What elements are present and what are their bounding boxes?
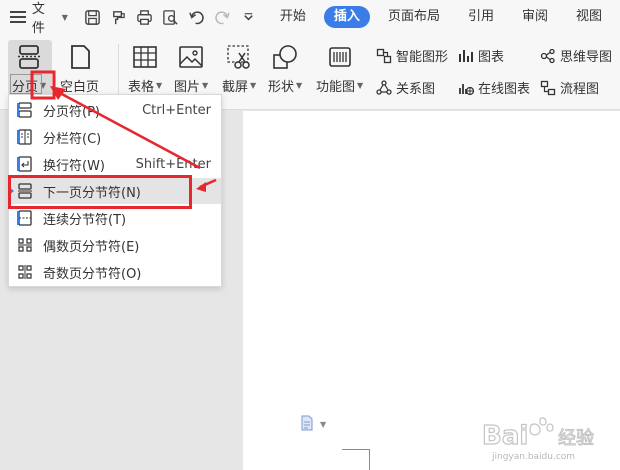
function-chart-button[interactable]: 功能图 ▼ <box>316 42 363 95</box>
chevron-down-icon[interactable]: ▼ <box>202 81 208 90</box>
flowchart-icon <box>540 80 556 95</box>
print-preview-icon[interactable] <box>162 8 180 26</box>
scissors-icon <box>224 42 254 72</box>
shape-button[interactable]: 形状 ▼ <box>268 42 302 95</box>
column-break-icon <box>17 129 32 145</box>
smart-shape-label: 智能图形 <box>396 50 449 65</box>
menu-item-label: 连续分节符(T) <box>43 212 127 228</box>
redo-icon[interactable] <box>214 8 232 26</box>
bar-chart-icon <box>459 49 473 62</box>
barcode-icon <box>325 42 355 72</box>
tab-page-layout[interactable]: 页面布局 <box>378 6 450 28</box>
menu-item-even-page-section-break[interactable]: 偶数页分节符(E) <box>9 232 221 258</box>
menu-bar: 文件 ▼ 开始 插入 页面布局 引用 审阅 视图 <box>0 0 620 36</box>
shape-label: 形状 <box>268 80 295 95</box>
screenshot-label: 截屏 <box>222 80 249 95</box>
chevron-down-icon[interactable]: ▼ <box>250 81 256 90</box>
svg-text:经验: 经验 <box>558 428 594 449</box>
chevron-down-icon[interactable]: ▼ <box>156 81 162 90</box>
menu-item-shortcut: Ctrl+Enter <box>142 102 211 118</box>
chevron-down-icon[interactable]: ▼ <box>296 81 302 90</box>
blank-page-button[interactable]: 空白页 <box>60 42 99 95</box>
svg-text:Bai: Bai <box>482 421 528 451</box>
menu-item-label: 换行符(W) <box>43 158 105 174</box>
chart-button[interactable]: 图表 <box>458 46 504 65</box>
chart-label: 图表 <box>478 50 505 65</box>
menu-item-label: 偶数页分节符(E) <box>43 239 140 255</box>
menu-item-odd-page-section-break[interactable]: 奇数页分节符(O) <box>9 259 221 285</box>
online-chart-icon <box>459 83 474 95</box>
customize-toolbar-icon[interactable] <box>240 8 258 26</box>
line-break-icon <box>17 156 32 172</box>
annotation-highlight-box <box>8 175 192 209</box>
online-chart-button[interactable]: 在线图表 <box>458 78 530 97</box>
odd-page-section-break-icon <box>18 265 32 279</box>
watermark-url: jingyan.baidu.com <box>492 452 576 462</box>
tab-review[interactable]: 审阅 <box>512 6 558 28</box>
mind-map-label: 思维导图 <box>560 50 613 65</box>
function-chart-label: 功能图 <box>316 80 356 95</box>
page-break-label-frame <box>10 74 42 94</box>
tab-view[interactable]: 视图 <box>566 6 612 28</box>
menu-item-page-break[interactable]: 分页符(P) Ctrl+Enter <box>9 97 221 123</box>
tab-home[interactable]: 开始 <box>270 6 316 28</box>
mind-map-icon <box>540 48 555 63</box>
menu-item-label: 分页符(P) <box>43 104 100 120</box>
page-break-icon <box>14 42 44 72</box>
mind-map-button[interactable]: 思维导图 <box>540 46 612 65</box>
hamburger-icon <box>10 11 26 23</box>
picture-label: 图片 <box>174 80 201 95</box>
undo-icon[interactable] <box>188 8 206 26</box>
menu-item-line-break[interactable]: 换行符(W) Shift+Enter <box>9 151 221 177</box>
print-icon[interactable] <box>136 8 154 26</box>
file-menu-label: 文件 <box>31 2 45 36</box>
quick-access-toolbar <box>84 8 258 26</box>
chevron-down-icon: ▼ <box>61 12 68 22</box>
smart-shape-icon <box>376 48 392 63</box>
relation-chart-icon <box>376 79 392 95</box>
even-page-section-break-icon <box>18 238 32 252</box>
format-painter-icon[interactable] <box>110 8 128 26</box>
paste-options-icon[interactable] <box>300 415 314 431</box>
table-icon <box>130 42 160 72</box>
menu-item-label: 奇数页分节符(O) <box>43 266 142 282</box>
screenshot-button[interactable]: 截屏 ▼ <box>222 42 256 95</box>
menu-item-label: 分栏符(C) <box>43 131 102 147</box>
picture-icon <box>176 42 206 72</box>
page-crop-mark <box>342 449 370 450</box>
flowchart-label: 流程图 <box>560 82 600 97</box>
relation-chart-button[interactable]: 关系图 <box>376 78 435 97</box>
page-break-icon <box>17 102 32 118</box>
relation-chart-label: 关系图 <box>396 82 436 97</box>
file-menu-button[interactable]: 文件 ▼ <box>10 0 68 36</box>
chevron-down-icon[interactable]: ▼ <box>357 81 363 90</box>
menu-item-shortcut: Shift+Enter <box>135 156 211 172</box>
tab-insert[interactable]: 插入 <box>323 6 370 28</box>
continuous-section-break-icon <box>17 210 32 226</box>
picture-button[interactable]: 图片 ▼ <box>174 42 208 95</box>
page-crop-mark <box>369 449 370 470</box>
table-button[interactable]: 表格 ▼ <box>128 42 162 95</box>
smart-shape-button[interactable]: 智能图形 <box>376 46 448 65</box>
chevron-down-icon[interactable]: ▼ <box>320 420 326 429</box>
online-chart-label: 在线图表 <box>478 82 531 97</box>
shape-icon <box>270 42 300 72</box>
save-icon[interactable] <box>84 8 102 26</box>
flowchart-button[interactable]: 流程图 <box>540 78 599 97</box>
blank-page-label: 空白页 <box>60 80 100 95</box>
menu-item-column-break[interactable]: 分栏符(C) <box>9 124 221 150</box>
tab-references[interactable]: 引用 <box>458 6 504 28</box>
blank-page-icon <box>65 42 95 72</box>
table-label: 表格 <box>128 80 155 95</box>
ribbon-tabs: 开始 插入 页面布局 引用 审阅 视图 <box>270 6 620 28</box>
